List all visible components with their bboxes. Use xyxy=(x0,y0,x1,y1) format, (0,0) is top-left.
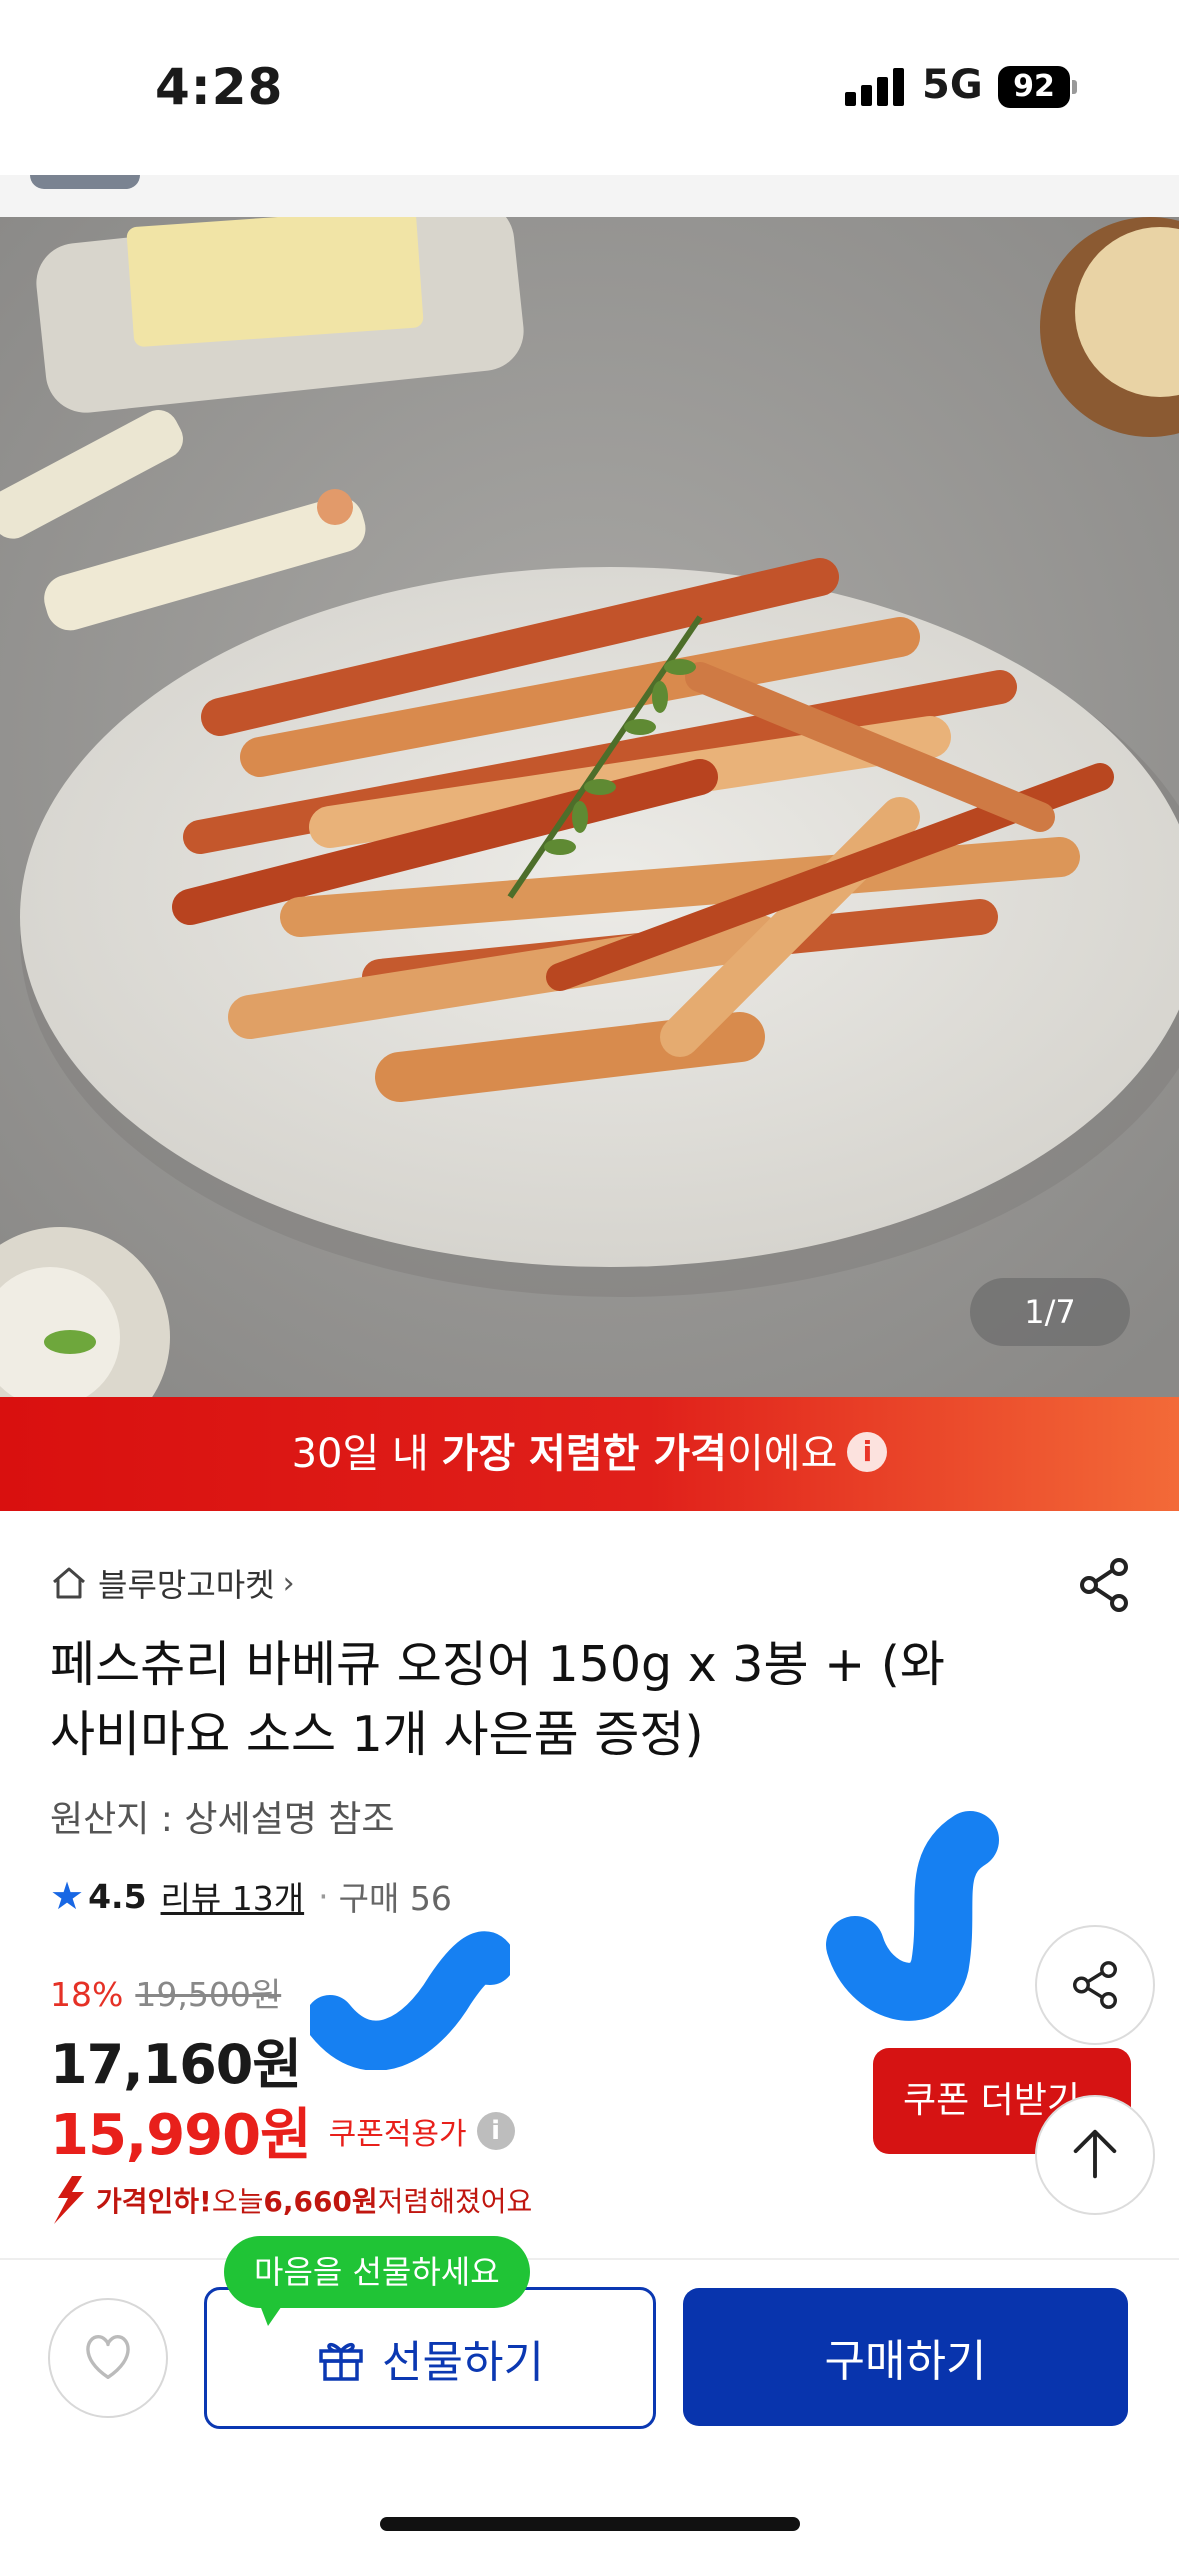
coupon-price-row: 15,990원 쿠폰적용가 i xyxy=(50,2090,515,2171)
product-title-line-1: 페스츄리 바베큐 오징어 150g x 3봉 + (와 xyxy=(50,1636,945,1693)
store-name: 블루망고마켓 xyxy=(98,1566,275,1604)
discount-row: 18% 19,500원 xyxy=(50,1968,281,2016)
purchase-count: 구매 56 xyxy=(338,1879,452,1918)
battery-icon: 92 xyxy=(998,66,1070,108)
lowest-price-banner[interactable]: 30일 내 가장 저렴한 가격이에요 i xyxy=(0,1397,1179,1511)
battery-tip xyxy=(1072,80,1077,94)
gift-tooltip: 마음을 선물하세요 xyxy=(224,2236,530,2308)
rating-score: 4.5 xyxy=(88,1876,147,1916)
banner-text-emphasis: 가장 저렴한 가격 xyxy=(441,1431,727,1477)
network-type: 5G xyxy=(922,62,983,108)
scroll-to-top-button[interactable] xyxy=(1035,2095,1155,2215)
sale-price: 17,160원 xyxy=(50,2033,302,2096)
arrow-up-icon xyxy=(1073,2129,1117,2179)
status-bar: 4:28 5G 92 xyxy=(0,0,1179,175)
origin-info: 원산지 : 상세설명 참조 xyxy=(50,1799,395,1840)
star-icon: ★ xyxy=(50,1874,85,1918)
gift-icon xyxy=(319,2342,363,2381)
gallery-page-indicator: 1/7 xyxy=(970,1278,1130,1346)
chevron-right-icon: › xyxy=(282,1565,295,1601)
price-drop-arrow-icon xyxy=(54,2176,84,2224)
buy-button[interactable]: 구매하기 xyxy=(683,2288,1128,2426)
share-icon xyxy=(1073,1961,1117,2009)
header-logo-fragment xyxy=(30,175,140,189)
price-drop-suffix: 저렴해졌어요 xyxy=(377,2185,533,2218)
gift-tooltip-tail xyxy=(258,2300,286,2326)
scribble-annotation xyxy=(310,1931,510,2070)
product-title: 페스츄리 바베큐 오징어 150g x 3봉 + (와 사비마요 소스 1개 사… xyxy=(50,1630,1090,1770)
heart-icon xyxy=(86,2335,130,2380)
collapsed-header xyxy=(0,175,1179,217)
price-drop-mid: 오늘 xyxy=(211,2185,264,2218)
status-time: 4:28 xyxy=(155,58,284,116)
bottom-bar-divider xyxy=(0,2258,1179,2260)
product-photo-illustration xyxy=(0,217,1179,1397)
product-image[interactable]: 1/7 xyxy=(0,217,1179,1397)
original-price: 19,500원 xyxy=(135,1975,282,2014)
share-icon[interactable] xyxy=(1075,1555,1135,1615)
info-icon[interactable]: i xyxy=(847,1432,888,1472)
home-indicator[interactable] xyxy=(380,2517,800,2531)
price-drop-notice: 가격인하! 오늘 6,660원 저렴해졌어요 xyxy=(50,2176,532,2224)
separator-dot: · xyxy=(318,1876,329,1916)
banner-text-suffix: 이에요 xyxy=(726,1431,838,1477)
store-link[interactable]: 블루망고마켓 › xyxy=(50,1555,295,1611)
price-drop-amount: 6,660원 xyxy=(263,2185,378,2218)
discount-percent: 18% xyxy=(50,1975,124,2014)
floating-share-button[interactable] xyxy=(1035,1925,1155,2045)
coupon-price-label: 쿠폰적용가 xyxy=(328,2116,467,2152)
wishlist-button[interactable] xyxy=(48,2298,168,2418)
home-icon xyxy=(53,1567,85,1599)
signal-icon xyxy=(845,68,905,106)
banner-text-prefix: 30일 내 xyxy=(291,1431,442,1477)
rating-row: ★ 4.5 리뷰 13개 · 구매 56 xyxy=(50,1872,452,1920)
coupon-price: 15,990원 xyxy=(50,2103,312,2168)
buy-button-label: 구매하기 xyxy=(824,2336,987,2387)
gift-button-label: 선물하기 xyxy=(382,2337,544,2388)
info-icon[interactable]: i xyxy=(476,2111,515,2150)
product-title-line-2: 사비마요 소스 1개 사은품 증정) xyxy=(50,1706,704,1763)
review-count-link[interactable]: 리뷰 13개 xyxy=(161,1872,305,1920)
price-drop-prefix: 가격인하! xyxy=(96,2185,212,2218)
scribble-annotation xyxy=(826,1811,999,2021)
